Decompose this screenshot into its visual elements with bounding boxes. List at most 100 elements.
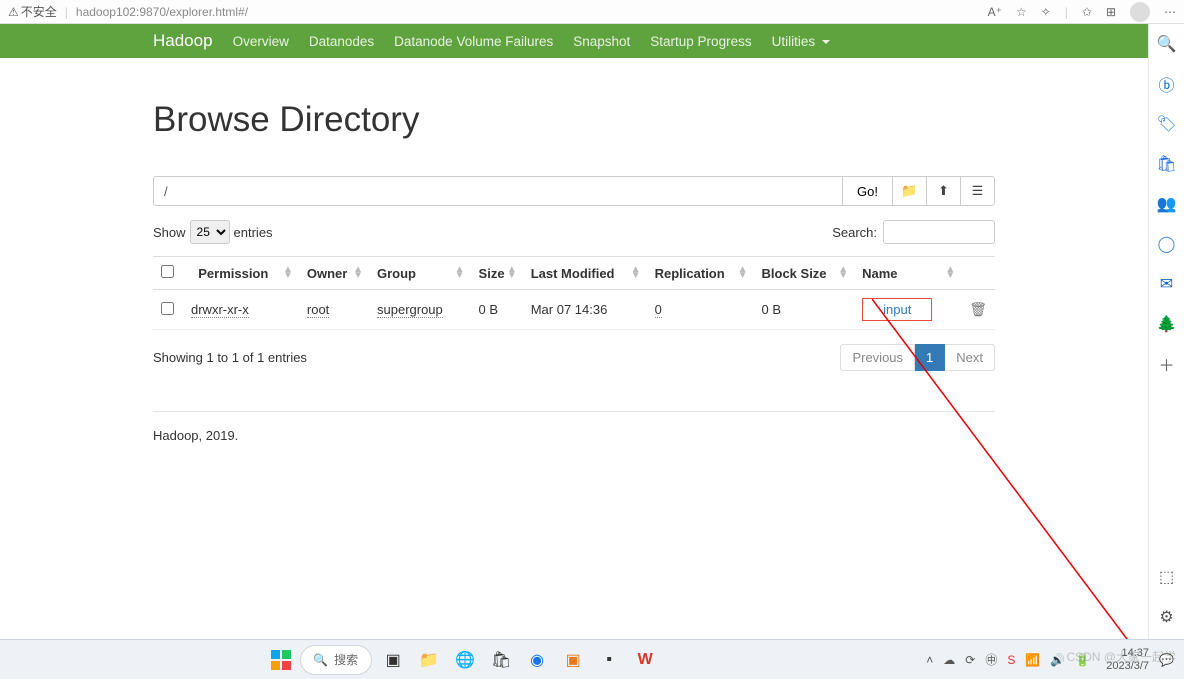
cell-owner[interactable]: root	[307, 302, 329, 318]
nav-datanode-volume-failures[interactable]: Datanode Volume Failures	[394, 34, 553, 49]
col-owner[interactable]: ▲▼Owner	[299, 257, 369, 290]
cell-modified: Mar 07 14:36	[523, 290, 647, 330]
sort-icon: ▲▼	[945, 267, 955, 279]
col-group[interactable]: ▲▼Group	[369, 257, 471, 290]
col-replication[interactable]: ▲▼Replication	[647, 257, 754, 290]
browser-address-bar: ⚠ 不安全 | hadoop102:9870/explorer.html#/ A…	[0, 0, 1184, 24]
search-label: Search:	[832, 225, 877, 240]
col-modified[interactable]: ▲▼Last Modified	[523, 257, 647, 290]
tag-icon[interactable]: 🏷	[1157, 114, 1177, 134]
collections-icon[interactable]: ⊞	[1106, 5, 1116, 19]
page-prev[interactable]: Previous	[840, 344, 915, 371]
chevron-up-icon[interactable]: ˄	[926, 653, 933, 667]
favorite-icon[interactable]: ☆	[1016, 5, 1027, 19]
cloud-icon[interactable]: ☁	[943, 653, 955, 667]
new-dir-button[interactable]: ☰	[961, 176, 995, 206]
nav-startup-progress[interactable]: Startup Progress	[650, 34, 751, 49]
path-input[interactable]	[153, 176, 843, 206]
url-path: /explorer.html#/	[166, 5, 248, 19]
nav-snapshot[interactable]: Snapshot	[573, 34, 630, 49]
profile-avatar[interactable]	[1130, 2, 1150, 22]
windows-taskbar: 🔍 搜索 ▣ 📁 🌐 🛍 ◉ ▣ ▪ W ˄ ☁ ⟳ ㊥ S 📶 🔊 🔋 14:…	[0, 639, 1184, 679]
cell-name-link[interactable]: input	[862, 298, 932, 321]
expand-icon[interactable]: ⬚	[1157, 567, 1177, 587]
url[interactable]: hadoop102:9870/explorer.html#/	[76, 5, 248, 19]
wps-icon[interactable]: W	[630, 645, 660, 675]
sort-icon: ▲▼	[631, 267, 641, 279]
outlook-icon[interactable]: ✉	[1157, 274, 1177, 294]
page-title: Browse Directory	[153, 100, 995, 140]
arrow-up-icon: ⬆	[938, 183, 949, 199]
col-size[interactable]: ▲▼Size	[471, 257, 523, 290]
chevron-down-icon	[822, 40, 830, 44]
taskbar-search-placeholder: 搜索	[334, 651, 358, 668]
search-icon[interactable]: 🔍	[1157, 34, 1177, 54]
start-button[interactable]	[268, 647, 294, 673]
parent-dir-button[interactable]: ⬆	[927, 176, 961, 206]
file-explorer-icon[interactable]: 📁	[414, 645, 444, 675]
cell-permission[interactable]: drwxr-xr-x	[191, 302, 249, 318]
sync-icon[interactable]: ⟳	[965, 653, 975, 667]
notifications-icon[interactable]: 💬	[1159, 653, 1174, 667]
table-controls-row: Show 25 entries Search:	[153, 220, 995, 244]
read-aloud-icon[interactable]: A⁺	[988, 5, 1002, 19]
sort-icon: ▲▼	[507, 267, 517, 279]
games-icon[interactable]: 👥	[1157, 194, 1177, 214]
page-1[interactable]: 1	[915, 344, 945, 371]
insecure-label: 不安全	[21, 3, 57, 20]
home-dir-button[interactable]: 📁	[893, 176, 927, 206]
nav-utilities[interactable]: Utilities	[772, 34, 830, 49]
plus-icon[interactable]: ＋	[1157, 354, 1177, 374]
edge-icon[interactable]: 🌐	[450, 645, 480, 675]
nav-datanodes[interactable]: Datanodes	[309, 34, 374, 49]
office-icon[interactable]: ◯	[1157, 234, 1177, 254]
tree-icon[interactable]: 🌲	[1157, 314, 1177, 334]
col-block-size[interactable]: ▲▼Block Size	[754, 257, 855, 290]
bing-icon[interactable]: ⓑ	[1157, 74, 1177, 94]
cell-size: 0 B	[471, 290, 523, 330]
volume-icon[interactable]: 🔊	[1050, 653, 1065, 667]
entries-label: entries	[234, 225, 273, 240]
shopping-icon[interactable]: 🛍	[1157, 154, 1177, 174]
nav-overview[interactable]: Overview	[233, 34, 289, 49]
table-footer-row: Showing 1 to 1 of 1 entries Previous 1 N…	[153, 344, 995, 371]
battery-icon[interactable]: 🔋	[1075, 653, 1090, 667]
tray-icon[interactable]: S	[1007, 653, 1015, 667]
list-icon: ☰	[972, 183, 984, 199]
app-icon[interactable]: ▣	[558, 645, 588, 675]
ime-icon[interactable]: ㊥	[985, 651, 997, 668]
table-info-text: Showing 1 to 1 of 1 entries	[153, 350, 307, 365]
sort-icon: ▲▼	[838, 267, 848, 279]
page-next[interactable]: Next	[945, 344, 995, 371]
favorites-bar-icon[interactable]: ✩	[1082, 5, 1092, 19]
folder-icon: 📁	[901, 183, 917, 199]
page-size-select[interactable]: 25	[190, 220, 230, 244]
taskbar-search[interactable]: 🔍 搜索	[300, 645, 372, 675]
extensions-icon[interactable]: ✧	[1041, 5, 1051, 19]
cell-group[interactable]: supergroup	[377, 302, 443, 318]
brand[interactable]: Hadoop	[153, 31, 213, 51]
search-input[interactable]	[883, 220, 995, 244]
store-icon[interactable]: 🛍	[486, 645, 516, 675]
col-name[interactable]: ▲▼Name	[854, 257, 961, 290]
nav-utilities-label: Utilities	[772, 34, 816, 49]
table-row: drwxr-xr-x root supergroup 0 B Mar 07 14…	[153, 290, 995, 330]
gear-icon[interactable]: ⚙	[1157, 607, 1177, 627]
cell-replication[interactable]: 0	[655, 302, 662, 318]
wifi-icon[interactable]: 📶	[1025, 653, 1040, 667]
edge-sidebar: 🔍 ⓑ 🏷 🛍 👥 ◯ ✉ 🌲 ＋ ⬚ ⚙	[1148, 24, 1184, 639]
divider	[153, 411, 995, 412]
app-icon[interactable]: ◉	[522, 645, 552, 675]
task-view-icon[interactable]: ▣	[378, 645, 408, 675]
app-icon[interactable]: ▪	[594, 645, 624, 675]
separator: |	[65, 5, 68, 19]
system-tray: ˄ ☁ ⟳ ㊥ S 📶 🔊 🔋 14:37 2023/3/7 💬	[926, 647, 1174, 671]
select-all-checkbox[interactable]	[161, 265, 174, 278]
go-button[interactable]: Go!	[843, 176, 893, 206]
col-permission[interactable]: ▲▼ Permission	[183, 257, 299, 290]
clock[interactable]: 14:37 2023/3/7	[1106, 647, 1149, 671]
more-icon[interactable]: ⋯	[1164, 5, 1176, 19]
sort-icon: ▲▼	[455, 267, 465, 279]
row-checkbox[interactable]	[161, 302, 174, 315]
trash-icon[interactable]: 🗑	[969, 301, 987, 317]
